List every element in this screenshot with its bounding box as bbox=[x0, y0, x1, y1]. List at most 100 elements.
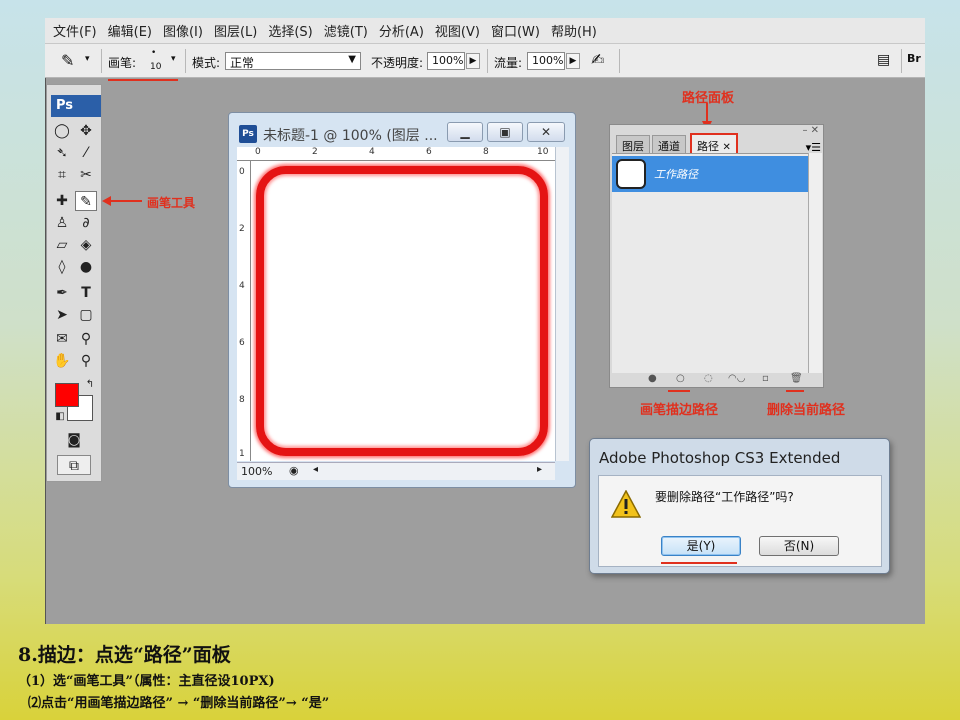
info-icon[interactable]: ◉ bbox=[289, 464, 299, 477]
yes-button[interactable]: 是(Y) bbox=[661, 536, 741, 556]
brush-size[interactable]: 10 bbox=[150, 62, 161, 72]
move-tool-icon[interactable]: ✥ bbox=[75, 121, 97, 141]
opacity-slider-button[interactable]: ▶ bbox=[466, 53, 480, 69]
shape-tool-icon[interactable]: ▢ bbox=[75, 305, 97, 325]
panel-scrollbar[interactable] bbox=[808, 153, 822, 373]
trash-icon[interactable]: 🗑 bbox=[790, 373, 803, 384]
scroll-left-icon[interactable]: ◂ bbox=[313, 464, 318, 475]
caption-step-2: ⑵点击“用画笔描边路径” → “删除当前路径”→ “是” bbox=[28, 696, 330, 711]
healing-brush-tool-icon[interactable]: ✚ bbox=[51, 191, 73, 211]
options-bar: ✎ ▾ 画笔: • 10 ▾ 模式: 正常 ▼ 不透明度: 100% ▶ 流量:… bbox=[45, 44, 925, 78]
menu-select[interactable]: 选择(S) bbox=[268, 21, 312, 40]
no-button[interactable]: 否(N) bbox=[759, 536, 839, 556]
flow-input[interactable]: 100% bbox=[527, 52, 565, 70]
type-tool-icon[interactable]: T bbox=[75, 283, 97, 303]
brush-label: 画笔: bbox=[108, 56, 137, 70]
divider bbox=[901, 49, 902, 73]
path-name: 工作路径 bbox=[654, 168, 698, 181]
minimize-button[interactable]: ▁ bbox=[447, 122, 483, 142]
confirm-dialog: Adobe Photoshop CS3 Extended 要删除路径“工作路径”… bbox=[589, 438, 890, 574]
bridge-icon[interactable]: Br bbox=[907, 52, 921, 65]
brush-tool-icon[interactable]: ✎ bbox=[75, 191, 97, 211]
menu-file[interactable]: 文件(F) bbox=[53, 21, 97, 40]
menu-layer[interactable]: 图层(L) bbox=[214, 21, 257, 40]
hand-tool-icon[interactable]: ✋ bbox=[51, 351, 73, 371]
new-path-icon[interactable]: ▫ bbox=[762, 373, 769, 384]
caption-step-1: （1）选“画笔工具”（属性：主直径设10PX) bbox=[18, 674, 275, 689]
divider bbox=[619, 49, 620, 73]
tab-paths[interactable]: 路径 ✕ bbox=[690, 133, 738, 155]
stroke-path-annotation: 画笔描边路径 bbox=[640, 403, 719, 418]
dodge-tool-icon[interactable]: ● bbox=[75, 257, 97, 277]
menu-filter[interactable]: 滤镜(T) bbox=[324, 21, 368, 40]
menu-edit[interactable]: 编辑(E) bbox=[108, 21, 152, 40]
marquee-tool-icon[interactable]: ◯ bbox=[51, 121, 73, 141]
make-work-path-icon[interactable]: ◠◡ bbox=[728, 373, 745, 384]
chevron-down-icon[interactable]: ▾ bbox=[85, 54, 90, 64]
tab-close-icon[interactable]: ✕ bbox=[723, 142, 731, 153]
path-thumbnail bbox=[616, 159, 646, 189]
load-selection-icon[interactable]: ◌ bbox=[704, 373, 713, 384]
palette-well-icon[interactable]: ▤ bbox=[877, 52, 890, 68]
mode-label: 模式: bbox=[192, 56, 221, 70]
airbrush-icon[interactable]: ✍ bbox=[591, 50, 604, 69]
menu-image[interactable]: 图像(I) bbox=[163, 21, 203, 40]
stroke-path-underline bbox=[668, 390, 690, 392]
flow-slider-button[interactable]: ▶ bbox=[566, 53, 580, 69]
document-icon: Ps bbox=[239, 125, 257, 143]
menu-help[interactable]: 帮助(H) bbox=[551, 21, 597, 40]
magic-wand-tool-icon[interactable]: ⁄ bbox=[75, 143, 97, 163]
menu-window[interactable]: 窗口(W) bbox=[491, 21, 540, 40]
brush-tool-arrow bbox=[102, 196, 142, 206]
quick-mask-icon[interactable]: ◙ bbox=[63, 430, 85, 450]
mode-select[interactable]: 正常 ▼ bbox=[225, 52, 361, 70]
ruler-tick-label: 10 bbox=[537, 147, 549, 157]
menu-analysis[interactable]: 分析(A) bbox=[379, 21, 424, 40]
menu-bar: 文件(F) 编辑(E) 图像(I) 图层(L) 选择(S) 滤镜(T) 分析(A… bbox=[45, 18, 925, 44]
panel-close-icon[interactable]: – ✕ bbox=[802, 125, 819, 136]
zoom-tool-icon[interactable]: ⚲ bbox=[75, 351, 97, 371]
brush-picker-chevron-icon[interactable]: ▾ bbox=[171, 54, 176, 64]
lasso-tool-icon[interactable]: ➴ bbox=[51, 143, 73, 163]
paths-panel: – ✕ 图层 通道 路径 ✕ ▾☰ 工作路径 ● ○ ◌ ◠◡ ▫ 🗑 bbox=[609, 124, 824, 388]
document-title: 未标题-1 @ 100% (图层 ... bbox=[263, 128, 438, 144]
close-button[interactable]: ✕ bbox=[527, 122, 565, 142]
brush-preset-icon[interactable]: ✎ bbox=[61, 51, 74, 70]
stamp-tool-icon[interactable]: ♙ bbox=[51, 213, 73, 233]
divider bbox=[487, 49, 488, 73]
eraser-tool-icon[interactable]: ▱ bbox=[51, 235, 73, 255]
ps-logo: Ps bbox=[51, 95, 101, 117]
path-selection-tool-icon[interactable]: ➤ bbox=[51, 305, 73, 325]
ruler-tick-label: 1 bbox=[239, 449, 245, 459]
screen-mode-icon[interactable]: ⧉ bbox=[57, 455, 91, 475]
fill-path-icon[interactable]: ● bbox=[648, 373, 657, 384]
slice-tool-icon[interactable]: ✂ bbox=[75, 165, 97, 185]
paint-bucket-tool-icon[interactable]: ◈ bbox=[75, 235, 97, 255]
path-row[interactable]: 工作路径 bbox=[612, 156, 808, 192]
vertical-scrollbar[interactable] bbox=[555, 147, 569, 461]
pen-tool-icon[interactable]: ✒ bbox=[51, 283, 73, 303]
notes-tool-icon[interactable]: ✉ bbox=[51, 329, 73, 349]
ruler-tick-label: 8 bbox=[483, 147, 489, 157]
opacity-input[interactable]: 100% bbox=[427, 52, 465, 70]
foreground-color-swatch[interactable] bbox=[55, 383, 79, 407]
menu-view[interactable]: 视图(V) bbox=[435, 21, 480, 40]
history-brush-tool-icon[interactable]: ∂ bbox=[75, 213, 97, 233]
yes-underline bbox=[661, 562, 737, 564]
maximize-button[interactable]: ▣ bbox=[487, 122, 523, 142]
default-colors-icon[interactable]: ◧ bbox=[49, 407, 71, 427]
delete-path-underline bbox=[786, 390, 804, 392]
swap-colors-icon[interactable]: ↰ bbox=[79, 375, 101, 395]
eyedropper-tool-icon[interactable]: ⚲ bbox=[75, 329, 97, 349]
dialog-message: 要删除路径“工作路径”吗? bbox=[655, 490, 794, 504]
zoom-level[interactable]: 100% bbox=[241, 465, 272, 478]
tab-layers[interactable]: 图层 bbox=[616, 135, 650, 153]
crop-tool-icon[interactable]: ⌗ bbox=[51, 165, 73, 185]
ruler-tick-label: 0 bbox=[255, 147, 261, 157]
ruler-tick-label: 4 bbox=[239, 281, 245, 291]
blur-tool-icon[interactable]: ◊ bbox=[51, 257, 73, 277]
stroke-path-icon[interactable]: ○ bbox=[676, 373, 685, 384]
tab-channels[interactable]: 通道 bbox=[652, 135, 686, 153]
horizontal-ruler: 0 2 4 6 8 10 bbox=[237, 147, 555, 161]
scroll-right-icon[interactable]: ▸ bbox=[537, 464, 542, 475]
